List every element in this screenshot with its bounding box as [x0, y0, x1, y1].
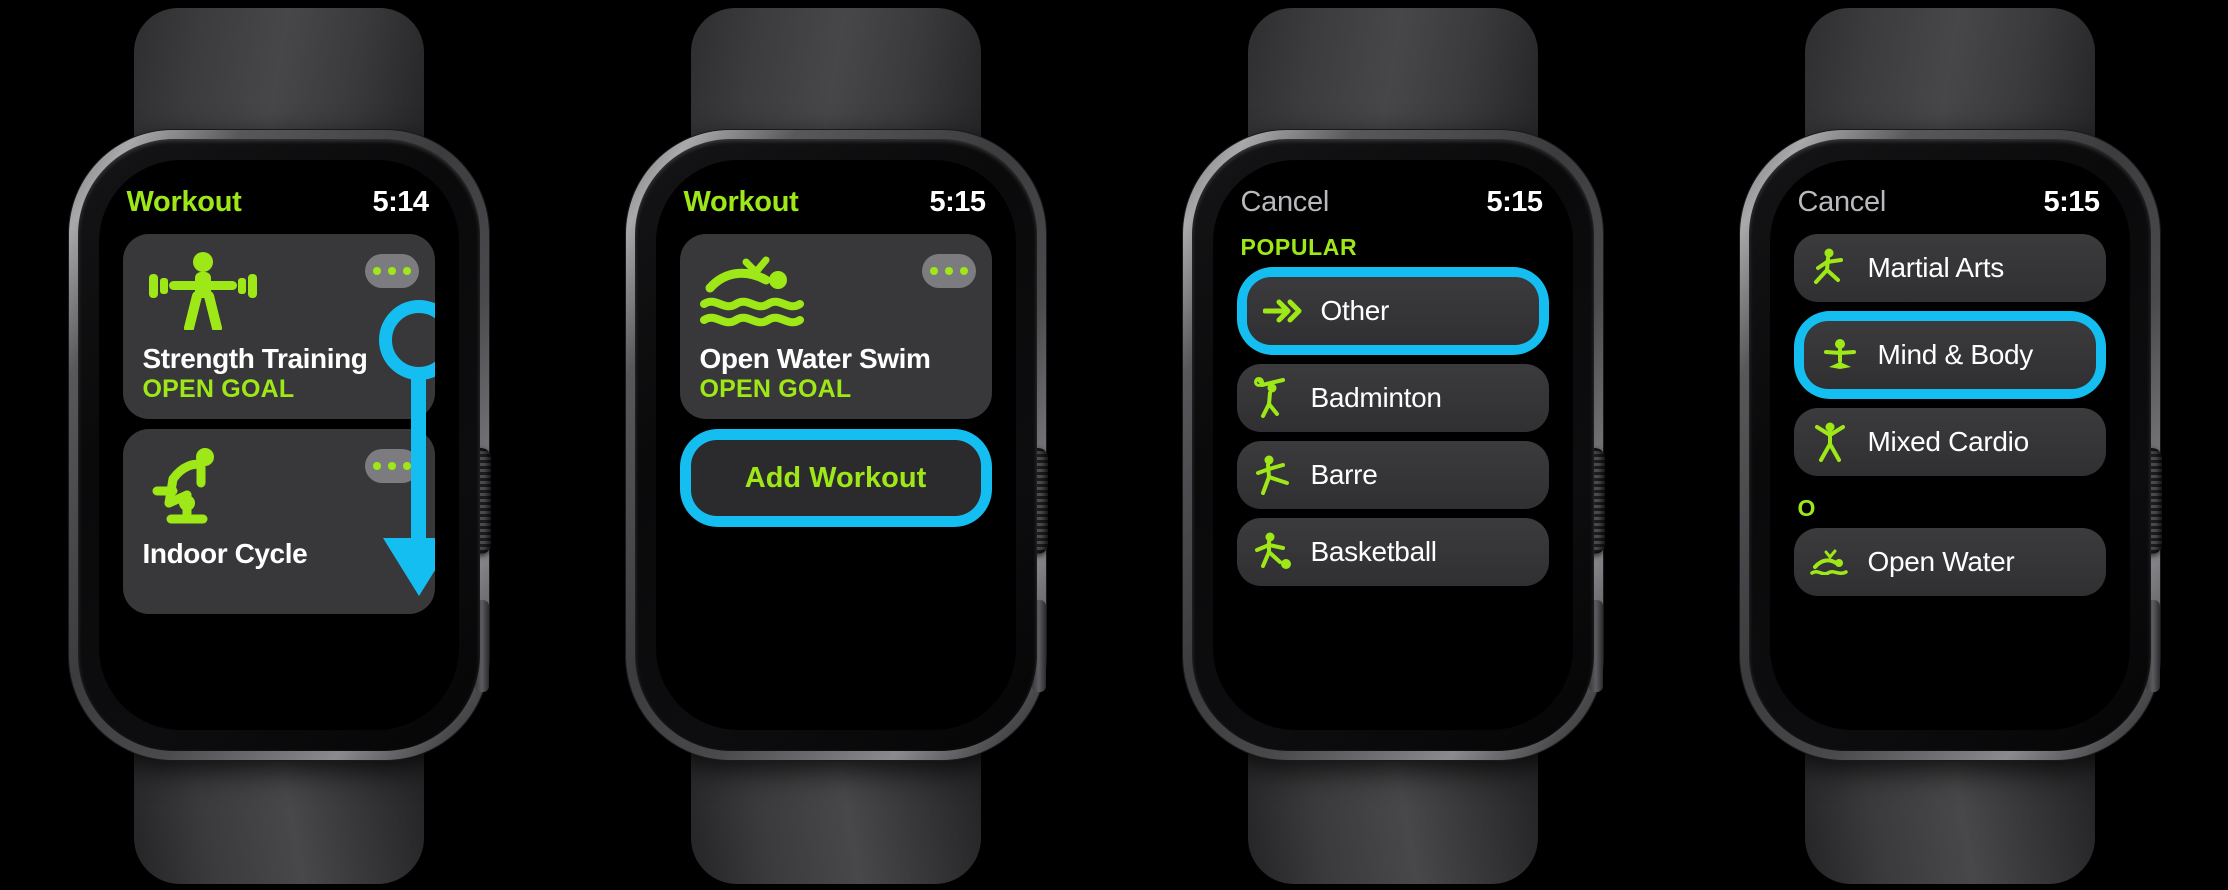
badminton-icon	[1253, 376, 1293, 420]
watch-bezel: Cancel 5:15 Martial Arts Mind & Body Mix…	[1748, 139, 2151, 751]
watch-glass: Workout 5:15 Open Water Swim OPEN GOAL A…	[655, 160, 1016, 730]
add-workout-label: Add Workout	[744, 461, 927, 494]
basketball-icon	[1253, 530, 1293, 574]
add-workout-highlight: Add Workout	[679, 429, 992, 527]
scroll-annotation-arrow-stem-icon	[410, 378, 426, 550]
apple-watch-1: Workout 5:14 Strength Training OPEN GOAL…	[0, 0, 557, 890]
watch-case: Workout 5:14 Strength Training OPEN GOAL…	[68, 130, 491, 760]
workout-card-name: Strength Training	[142, 343, 368, 374]
workout-card-list: Open Water Swim OPEN GOAL Add Workout	[679, 234, 992, 527]
list-item-mind-and-body[interactable]: Mind & Body	[1803, 321, 2096, 389]
open-water-swim-small-icon	[1809, 540, 1850, 584]
workout-card-goal: OPEN GOAL	[142, 375, 295, 404]
cancel-button[interactable]: Cancel	[1798, 186, 1887, 219]
watch-glass: Cancel 5:15 Martial Arts Mind & Body Mix…	[1769, 160, 2130, 730]
highlight-ring-other: Other	[1236, 267, 1549, 355]
add-workout-button[interactable]: Add Workout	[690, 440, 981, 516]
list-item-label: Badminton	[1310, 382, 1442, 413]
list-item-label: Barre	[1310, 459, 1378, 490]
watch-bezel: Cancel 5:15 POPULAR Other Badminton Barr…	[1191, 139, 1594, 751]
apple-watch-3: Cancel 5:15 POPULAR Other Badminton Barr…	[1114, 0, 1671, 890]
list-item-label: Mixed Cardio	[1867, 426, 2030, 457]
watch-glass: Cancel 5:15 POPULAR Other Badminton Barr…	[1212, 160, 1573, 730]
status-title: Workout	[683, 186, 799, 218]
scroll-annotation-arrow-head-icon	[382, 538, 435, 596]
list-item-open-water[interactable]: Open Water	[1793, 528, 2106, 596]
apple-watch-2: Workout 5:15 Open Water Swim OPEN GOAL A…	[557, 0, 1114, 890]
status-time: 5:15	[929, 186, 986, 218]
status-time: 5:14	[372, 186, 429, 218]
status-time: 5:15	[2043, 186, 2100, 218]
apple-watch-4: Cancel 5:15 Martial Arts Mind & Body Mix…	[1671, 0, 2228, 890]
watch-bezel: Workout 5:15 Open Water Swim OPEN GOAL A…	[634, 139, 1037, 751]
barre-icon	[1253, 453, 1293, 497]
list-item-martial-arts[interactable]: Martial Arts	[1793, 234, 2106, 302]
list-item-mixed-cardio[interactable]: Mixed Cardio	[1793, 408, 2106, 476]
status-bar: Workout 5:15	[680, 186, 992, 224]
status-bar: Workout 5:14	[123, 186, 435, 224]
more-options-icon[interactable]	[364, 254, 419, 288]
cancel-button[interactable]: Cancel	[1241, 186, 1330, 219]
section-header-popular: POPULAR	[1240, 234, 1358, 260]
mixed-cardio-icon	[1810, 420, 1850, 464]
workout-type-list: Martial Arts Mind & Body Mixed Cardio O …	[1793, 234, 2106, 596]
watch-case: Cancel 5:15 POPULAR Other Badminton Barr…	[1182, 130, 1605, 760]
watch-case: Cancel 5:15 Martial Arts Mind & Body Mix…	[1739, 130, 2162, 760]
workout-card-goal: OPEN GOAL	[699, 375, 852, 404]
list-item-label: Martial Arts	[1867, 252, 2005, 283]
watch-screen-1: Workout 5:14 Strength Training OPEN GOAL…	[122, 186, 435, 730]
list-item-label: Mind & Body	[1877, 339, 2034, 370]
workout-card-open-water-swim[interactable]: Open Water Swim OPEN GOAL	[679, 234, 992, 419]
watch-bezel: Workout 5:14 Strength Training OPEN GOAL…	[77, 139, 480, 751]
list-item-label: Basketball	[1310, 536, 1437, 567]
watch-screen-2: Workout 5:15 Open Water Swim OPEN GOAL A…	[679, 186, 992, 730]
other-chevrons-icon	[1262, 289, 1303, 333]
status-time: 5:15	[1486, 186, 1543, 218]
workout-card-name: Open Water Swim	[699, 343, 931, 374]
status-title: Workout	[126, 186, 242, 218]
list-item-label: Open Water	[1867, 546, 2015, 577]
martial-arts-icon	[1810, 246, 1850, 290]
workout-card-name: Indoor Cycle	[142, 538, 308, 569]
highlight-ring-mind-and-body: Mind & Body	[1793, 311, 2106, 399]
list-item-barre[interactable]: Barre	[1236, 441, 1549, 509]
watch-screen-3: Cancel 5:15 POPULAR Other Badminton Barr…	[1236, 186, 1549, 730]
list-item-badminton[interactable]: Badminton	[1236, 364, 1549, 432]
screenshot-stage: Workout 5:14 Strength Training OPEN GOAL…	[0, 0, 2228, 890]
status-bar: Cancel 5:15	[1237, 186, 1549, 224]
watch-case: Workout 5:15 Open Water Swim OPEN GOAL A…	[625, 130, 1048, 760]
list-item-basketball[interactable]: Basketball	[1236, 518, 1549, 586]
watch-screen-4: Cancel 5:15 Martial Arts Mind & Body Mix…	[1793, 186, 2106, 730]
workout-type-list: Other Badminton Barre Basketball	[1236, 267, 1549, 586]
watch-glass: Workout 5:14 Strength Training OPEN GOAL…	[98, 160, 459, 730]
more-options-icon[interactable]	[921, 254, 976, 288]
list-item-label: Other	[1320, 295, 1390, 326]
list-item-other[interactable]: Other	[1246, 277, 1539, 345]
mind-and-body-icon	[1820, 333, 1860, 377]
section-header-o: O	[1797, 495, 1816, 521]
status-bar: Cancel 5:15	[1794, 186, 2106, 224]
